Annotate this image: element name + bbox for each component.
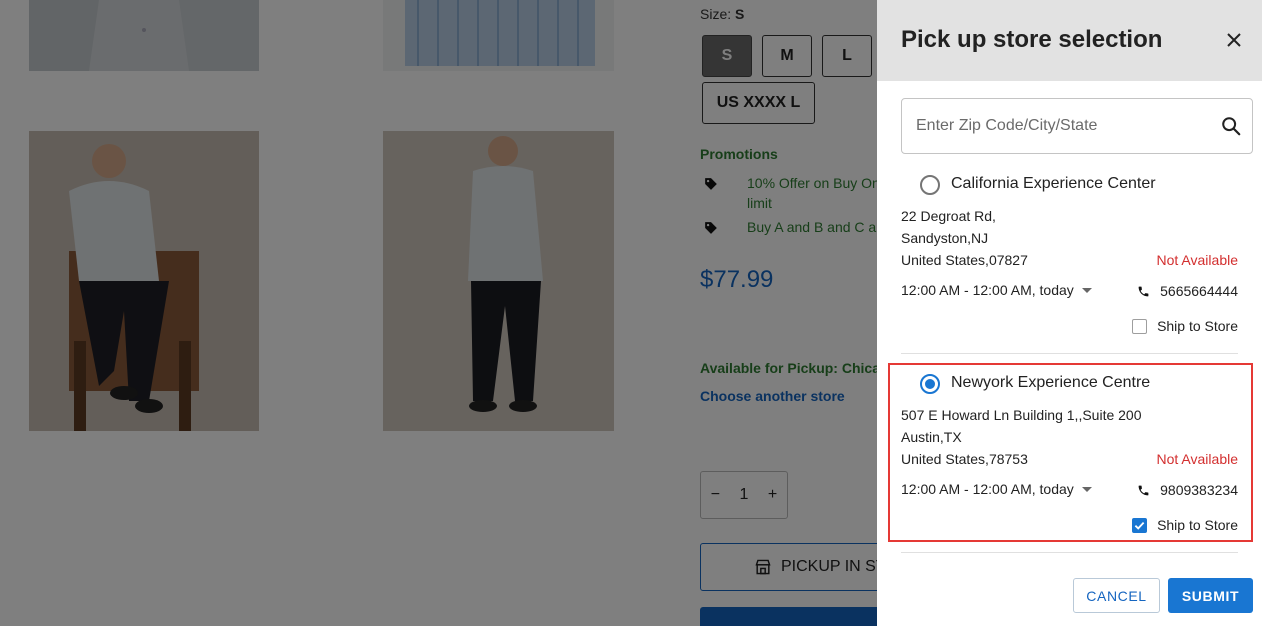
store-phone-number: 5665664444 <box>1160 283 1238 299</box>
store-hours-text: 12:00 AM - 12:00 AM, today <box>901 282 1074 298</box>
availability-status: Not Available <box>1156 252 1238 268</box>
store-search-input[interactable] <box>902 99 1202 153</box>
modal-backdrop[interactable] <box>0 0 877 626</box>
submit-button[interactable]: SUBMIT <box>1168 578 1253 613</box>
drawer-header: Pick up store selection <box>877 0 1262 81</box>
close-icon <box>1227 33 1241 47</box>
drawer-title: Pick up store selection <box>901 26 1163 53</box>
ship-to-store-checkbox[interactable]: Ship to Store <box>1132 318 1238 334</box>
cancel-button[interactable]: CANCEL <box>1073 578 1160 613</box>
ship-to-store-label: Ship to Store <box>1157 318 1238 334</box>
store-search-field <box>901 98 1253 154</box>
store-phone: 5665664444 <box>1137 283 1238 299</box>
close-button[interactable] <box>1222 28 1246 52</box>
store-name: California Experience Center <box>951 175 1156 192</box>
store-option[interactable]: California Experience Center 22 Degroat … <box>901 170 1238 354</box>
store-address-line: Sandyston,NJ <box>901 230 989 246</box>
store-radio[interactable] <box>920 175 940 195</box>
store-address-line: United States,07827 <box>901 252 1028 268</box>
phone-icon <box>1138 286 1149 296</box>
selected-store-highlight <box>888 363 1253 542</box>
store-address-line: 22 Degroat Rd, <box>901 208 996 224</box>
search-icon[interactable] <box>1220 115 1242 137</box>
checkbox-box[interactable] <box>1132 318 1148 334</box>
caret-down-icon <box>1081 287 1092 293</box>
store-hours-dropdown[interactable]: 12:00 AM - 12:00 AM, today <box>901 282 1092 298</box>
